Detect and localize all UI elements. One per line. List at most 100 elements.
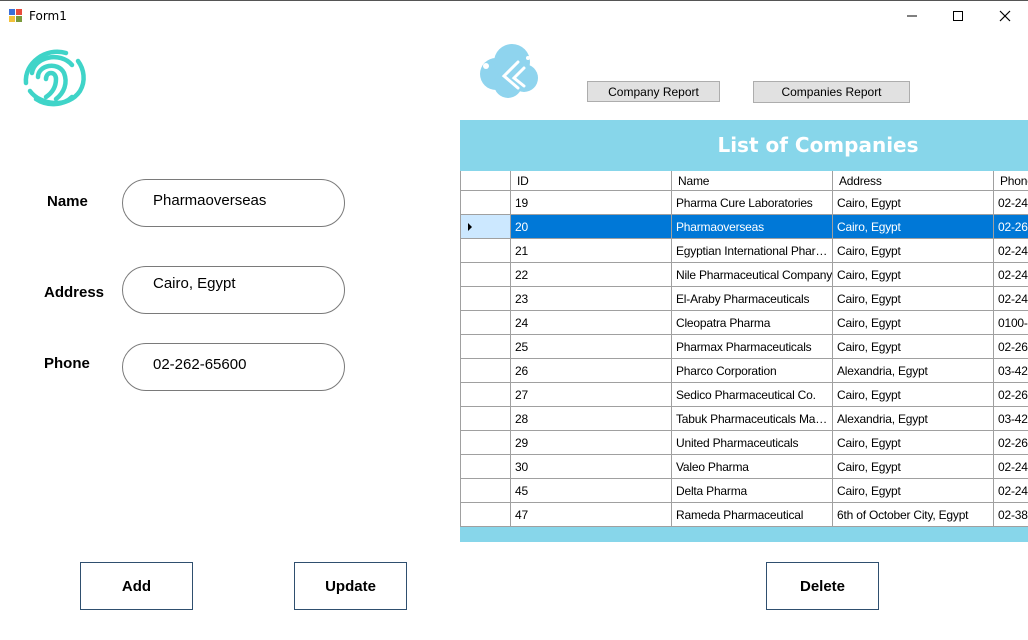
- cell-name[interactable]: Rameda Pharmaceutical: [672, 503, 833, 527]
- cell-address[interactable]: Cairo, Egypt: [833, 191, 994, 215]
- row-header[interactable]: [461, 359, 511, 383]
- cell-address[interactable]: Cairo, Egypt: [833, 431, 994, 455]
- delete-button[interactable]: Delete: [766, 562, 879, 610]
- phone-input[interactable]: [153, 356, 333, 373]
- cell-phone[interactable]: 02-262: [994, 431, 1028, 455]
- table-row[interactable]: 47 Rameda Pharmaceutical 6th of October Ci…: [461, 503, 1028, 527]
- cell-phone[interactable]: 02-262: [994, 335, 1028, 359]
- name-input[interactable]: [153, 192, 333, 209]
- cell-phone[interactable]: 02-245: [994, 455, 1028, 479]
- cell-name[interactable]: Pharmaoverseas: [672, 215, 833, 239]
- minimize-button[interactable]: [889, 1, 935, 31]
- table-row[interactable]: 19 Pharma Cure Laboratories Cairo, Egypt 02…: [461, 191, 1028, 215]
- cell-address[interactable]: Cairo, Egypt: [833, 479, 994, 503]
- companies-grid[interactable]: IDNameAddressPhone19Pharma Cure Laborato…: [460, 171, 1028, 527]
- cell-address[interactable]: 6th of October City, Egypt: [833, 503, 994, 527]
- cell-phone[interactable]: 02-240: [994, 287, 1028, 311]
- address-input[interactable]: [153, 275, 333, 292]
- cell-phone[interactable]: 0100-0: [994, 311, 1028, 335]
- row-header[interactable]: [461, 239, 511, 263]
- cell-id[interactable]: 22: [511, 263, 672, 287]
- cell-phone[interactable]: 03-424: [994, 359, 1028, 383]
- cell-name[interactable]: Pharmax Pharmaceuticals: [672, 335, 833, 359]
- table-row[interactable]: 23 El-Araby Pharmaceuticals Cairo, Egypt 02…: [461, 287, 1028, 311]
- row-header[interactable]: [461, 407, 511, 431]
- cell-name[interactable]: Sedico Pharmaceutical Co.: [672, 383, 833, 407]
- cell-phone[interactable]: 02-262: [994, 383, 1028, 407]
- cell-id[interactable]: 20: [511, 215, 672, 239]
- cell-name[interactable]: United Pharmaceuticals: [672, 431, 833, 455]
- cell-address[interactable]: Cairo, Egypt: [833, 215, 994, 239]
- table-row[interactable]: 20PharmaoverseasCairo, Egypt02-262: [461, 215, 1028, 239]
- maximize-button[interactable]: [935, 1, 981, 31]
- cell-name[interactable]: Valeo Pharma: [672, 455, 833, 479]
- column-header-id[interactable]: ID: [511, 171, 672, 191]
- cell-address[interactable]: Cairo, Egypt: [833, 311, 994, 335]
- row-header[interactable]: [461, 503, 511, 527]
- cell-address[interactable]: Cairo, Egypt: [833, 455, 994, 479]
- row-header[interactable]: [461, 383, 511, 407]
- cell-phone[interactable]: 02-245: [994, 191, 1028, 215]
- row-header[interactable]: [461, 287, 511, 311]
- cell-name[interactable]: Pharma Cure Laboratories: [672, 191, 833, 215]
- column-header-address[interactable]: Address: [833, 171, 994, 191]
- table-row[interactable]: 27 Sedico Pharmaceutical Co. Cairo, Egypt 0…: [461, 383, 1028, 407]
- cell-address[interactable]: Cairo, Egypt: [833, 287, 994, 311]
- cell-id[interactable]: 29: [511, 431, 672, 455]
- company-report-button[interactable]: Company Report: [587, 81, 720, 102]
- cell-id[interactable]: 24: [511, 311, 672, 335]
- cell-name[interactable]: El-Araby Pharmaceuticals: [672, 287, 833, 311]
- cell-address[interactable]: Alexandria, Egypt: [833, 359, 994, 383]
- table-row[interactable]: 22 Nile Pharmaceutical Company Cairo, Egyp…: [461, 263, 1028, 287]
- cell-phone[interactable]: 02-245: [994, 479, 1028, 503]
- cell-address[interactable]: Cairo, Egypt: [833, 263, 994, 287]
- cell-phone[interactable]: 03-428: [994, 407, 1028, 431]
- column-header-phone[interactable]: Phone: [994, 171, 1028, 191]
- table-row[interactable]: 28 Tabuk Pharmaceuticals Manu... Alexandri…: [461, 407, 1028, 431]
- table-row[interactable]: 24Cleopatra PharmaCairo, Egypt0100-0: [461, 311, 1028, 335]
- cell-address[interactable]: Cairo, Egypt: [833, 335, 994, 359]
- cell-name[interactable]: Tabuk Pharmaceuticals Manu...: [672, 407, 833, 431]
- close-button[interactable]: [982, 1, 1028, 31]
- row-header[interactable]: [461, 191, 511, 215]
- cell-id[interactable]: 26: [511, 359, 672, 383]
- row-header[interactable]: [461, 479, 511, 503]
- cell-id[interactable]: 45: [511, 479, 672, 503]
- cell-phone[interactable]: 02-240: [994, 239, 1028, 263]
- cell-name[interactable]: Delta Pharma: [672, 479, 833, 503]
- cell-phone[interactable]: 02-240: [994, 263, 1028, 287]
- column-header-name[interactable]: Name: [672, 171, 833, 191]
- table-row[interactable]: 45Delta PharmaCairo, Egypt02-245: [461, 479, 1028, 503]
- row-header[interactable]: [461, 335, 511, 359]
- cell-phone[interactable]: 02-382: [994, 503, 1028, 527]
- table-row[interactable]: 30Valeo PharmaCairo, Egypt02-245: [461, 455, 1028, 479]
- cell-id[interactable]: 27: [511, 383, 672, 407]
- table-row[interactable]: 29 United Pharmaceuticals Cairo, Egypt 02-2…: [461, 431, 1028, 455]
- cell-name[interactable]: Nile Pharmaceutical Company: [672, 263, 833, 287]
- cell-address[interactable]: Cairo, Egypt: [833, 239, 994, 263]
- row-header[interactable]: [461, 431, 511, 455]
- cell-address[interactable]: Alexandria, Egypt: [833, 407, 994, 431]
- phone-field[interactable]: [122, 343, 345, 391]
- cell-id[interactable]: 47: [511, 503, 672, 527]
- row-header[interactable]: [461, 455, 511, 479]
- cell-address[interactable]: Cairo, Egypt: [833, 383, 994, 407]
- table-row[interactable]: 26 Pharco Corporation Alexandria, Egypt 03-…: [461, 359, 1028, 383]
- update-button[interactable]: Update: [294, 562, 407, 610]
- cell-phone[interactable]: 02-262: [994, 215, 1028, 239]
- companies-report-button[interactable]: Companies Report: [753, 81, 910, 103]
- cell-name[interactable]: Pharco Corporation: [672, 359, 833, 383]
- cell-id[interactable]: 23: [511, 287, 672, 311]
- cell-id[interactable]: 25: [511, 335, 672, 359]
- cell-name[interactable]: Egyptian International Pharma...: [672, 239, 833, 263]
- cell-id[interactable]: 28: [511, 407, 672, 431]
- add-button[interactable]: Add: [80, 562, 193, 610]
- name-field[interactable]: [122, 179, 345, 227]
- table-row[interactable]: 21 Egyptian International Pharma... Cairo,…: [461, 239, 1028, 263]
- cell-id[interactable]: 21: [511, 239, 672, 263]
- cell-id[interactable]: 19: [511, 191, 672, 215]
- address-field[interactable]: [122, 266, 345, 314]
- row-header[interactable]: [461, 263, 511, 287]
- row-header[interactable]: [461, 311, 511, 335]
- cell-name[interactable]: Cleopatra Pharma: [672, 311, 833, 335]
